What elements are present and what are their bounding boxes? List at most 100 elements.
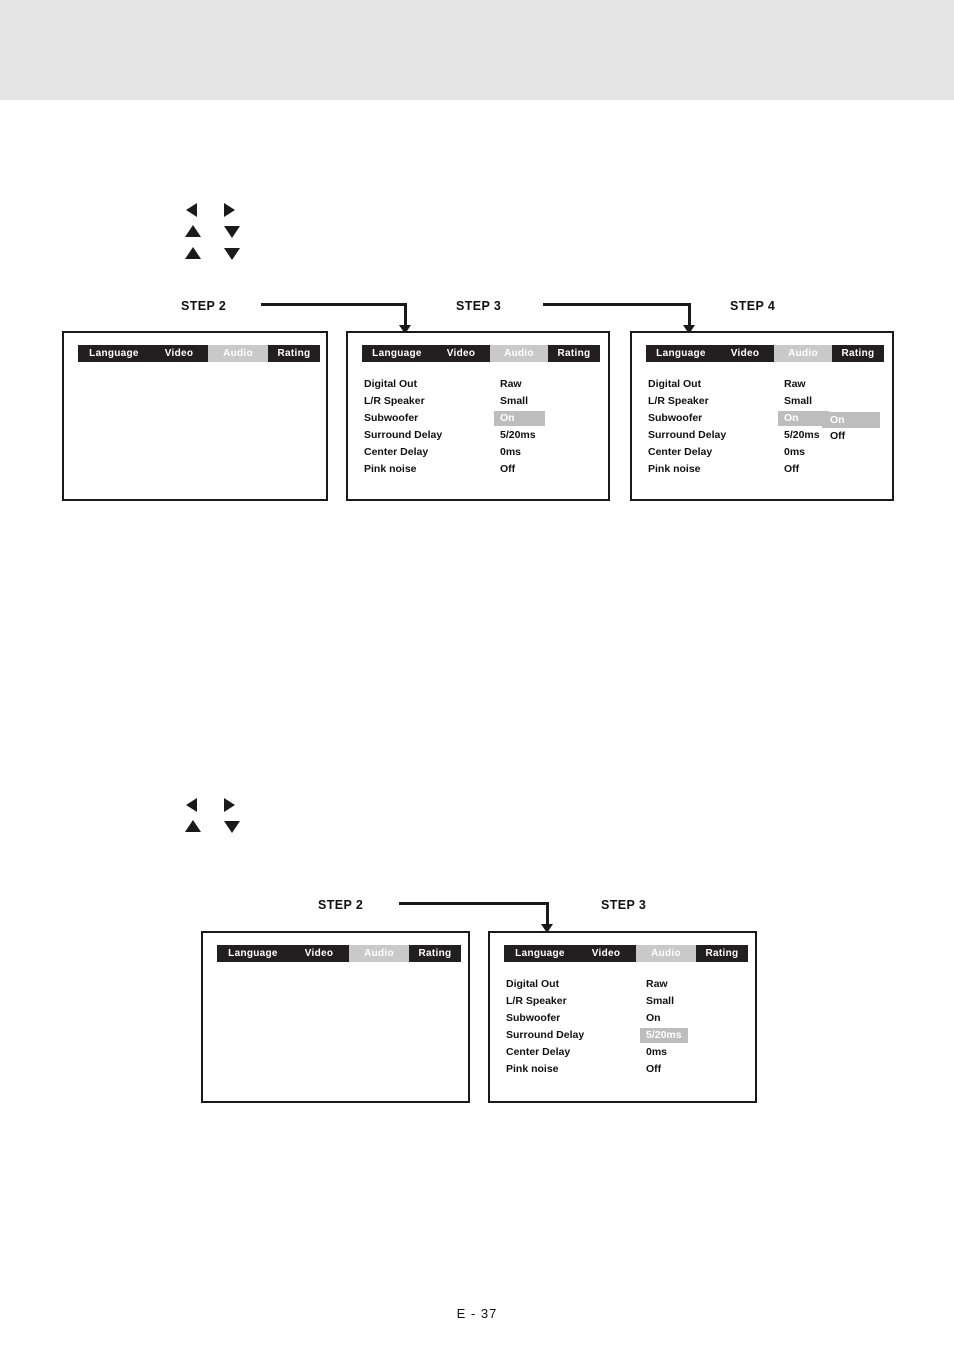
setting-label: Digital Out [506, 978, 560, 990]
up-arrow-icon [185, 820, 201, 832]
step-label-top-1: STEP 2 [181, 299, 227, 313]
page-header-band [0, 0, 954, 100]
setting-value: Off [784, 463, 800, 475]
setting-value: Raw [500, 378, 522, 390]
setting-value: Off [500, 463, 516, 475]
tab-video[interactable]: Video [289, 945, 349, 962]
tab-video[interactable]: Video [432, 345, 490, 362]
tab-audio[interactable]: Audio [774, 345, 832, 362]
setting-value: Small [500, 395, 529, 407]
tab-language[interactable]: Language [504, 945, 576, 962]
osd-screen-top-step2: Language Video Audio Rating [62, 331, 328, 501]
tab-rating[interactable]: Rating [548, 345, 600, 362]
setting-value: On [646, 1012, 661, 1024]
setting-label: L/R Speaker [506, 995, 567, 1007]
setting-value: 0ms [784, 446, 806, 458]
tab-language[interactable]: Language [362, 345, 432, 362]
tab-language[interactable]: Language [78, 345, 150, 362]
setting-row-lr-speaker[interactable]: L/R Speaker Small [506, 995, 742, 1012]
up-arrow-icon [185, 225, 201, 237]
setting-value: 0ms [500, 446, 522, 458]
tab-audio[interactable]: Audio [349, 945, 409, 962]
setting-row-lr-speaker[interactable]: L/R Speaker Small [364, 395, 594, 412]
down-arrow-icon [224, 821, 240, 833]
setting-label: Surround Delay [506, 1029, 585, 1041]
manual-page: STEP 2 STEP 3 STEP 4 Language Video Audi… [0, 0, 954, 1348]
up-arrow-icon [185, 247, 201, 259]
setting-value: Small [784, 395, 813, 407]
setting-row-digital-out[interactable]: Digital Out Raw [648, 378, 878, 395]
subwoofer-option-popup: On Off [822, 412, 880, 444]
osd-tabbar: Language Video Audio Rating [217, 945, 461, 962]
setting-row-pink-noise[interactable]: Pink noise Off [364, 463, 594, 480]
tab-rating[interactable]: Rating [696, 945, 748, 962]
setting-label: Surround Delay [648, 429, 727, 441]
setting-row-pink-noise[interactable]: Pink noise Off [506, 1063, 742, 1080]
tab-language[interactable]: Language [646, 345, 716, 362]
setting-row-digital-out[interactable]: Digital Out Raw [364, 378, 594, 395]
setting-value: 5/20ms [784, 429, 820, 441]
setting-row-surround-delay[interactable]: Surround Delay 5/20ms [506, 1028, 742, 1046]
osd-screen-top-step3: Language Video Audio Rating Digital Out … [346, 331, 610, 501]
setting-label: Pink noise [506, 1063, 559, 1075]
tab-language[interactable]: Language [217, 945, 289, 962]
setting-label: Subwoofer [364, 412, 419, 424]
audio-settings-list: Digital Out Raw L/R Speaker Small Subwoo… [364, 378, 594, 480]
page-number: E - 37 [456, 1306, 498, 1321]
osd-tabbar: Language Video Audio Rating [646, 345, 884, 362]
tab-rating[interactable]: Rating [268, 345, 320, 362]
setting-row-subwoofer[interactable]: Subwoofer On [506, 1012, 742, 1029]
step-label-top-2: STEP 3 [456, 299, 502, 313]
setting-value: 0ms [646, 1046, 668, 1058]
setting-row-lr-speaker[interactable]: L/R Speaker Small [648, 395, 878, 412]
osd-tabbar: Language Video Audio Rating [78, 345, 320, 362]
setting-label: Digital Out [364, 378, 418, 390]
left-arrow-icon [186, 798, 197, 812]
step-label-top-3: STEP 4 [730, 299, 776, 313]
down-arrow-icon [224, 248, 240, 260]
popup-option-on[interactable]: On [822, 412, 880, 428]
setting-value: Raw [646, 978, 668, 990]
setting-row-surround-delay[interactable]: Surround Delay 5/20ms [364, 429, 594, 446]
left-arrow-icon [186, 203, 197, 217]
osd-screen-bottom-step3: Language Video Audio Rating Digital Out … [488, 931, 757, 1103]
setting-value: Raw [784, 378, 806, 390]
setting-label: Subwoofer [506, 1012, 561, 1024]
setting-value: Small [646, 995, 675, 1007]
setting-label: L/R Speaker [364, 395, 425, 407]
setting-value: 5/20ms [500, 429, 536, 441]
tab-video[interactable]: Video [576, 945, 636, 962]
osd-screen-top-step4: Language Video Audio Rating Digital Out … [630, 331, 894, 501]
right-arrow-icon [224, 798, 235, 812]
tab-audio[interactable]: Audio [208, 345, 268, 362]
setting-row-center-delay[interactable]: Center Delay 0ms [648, 446, 878, 463]
setting-label: Center Delay [364, 446, 429, 458]
setting-row-subwoofer[interactable]: Subwoofer On [364, 411, 594, 429]
setting-row-center-delay[interactable]: Center Delay 0ms [506, 1046, 742, 1063]
osd-tabbar: Language Video Audio Rating [504, 945, 748, 962]
tab-audio[interactable]: Audio [490, 345, 548, 362]
setting-label: Center Delay [506, 1046, 571, 1058]
tab-video[interactable]: Video [716, 345, 774, 362]
setting-label: L/R Speaker [648, 395, 709, 407]
setting-row-center-delay[interactable]: Center Delay 0ms [364, 446, 594, 463]
tab-rating[interactable]: Rating [832, 345, 884, 362]
setting-row-pink-noise[interactable]: Pink noise Off [648, 463, 878, 480]
setting-label: Surround Delay [364, 429, 443, 441]
setting-label: Digital Out [648, 378, 702, 390]
step-label-bottom-2: STEP 3 [601, 898, 647, 912]
setting-value-highlighted: 5/20ms [640, 1028, 688, 1043]
tab-rating[interactable]: Rating [409, 945, 461, 962]
setting-label: Subwoofer [648, 412, 703, 424]
setting-label: Pink noise [648, 463, 701, 475]
step-label-bottom-1: STEP 2 [318, 898, 364, 912]
down-arrow-icon [224, 226, 240, 238]
osd-tabbar: Language Video Audio Rating [362, 345, 600, 362]
setting-value: Off [646, 1063, 662, 1075]
setting-row-digital-out[interactable]: Digital Out Raw [506, 978, 742, 995]
popup-option-off[interactable]: Off [822, 428, 880, 444]
audio-settings-list: Digital Out Raw L/R Speaker Small Subwoo… [506, 978, 742, 1080]
tab-video[interactable]: Video [150, 345, 208, 362]
tab-audio[interactable]: Audio [636, 945, 696, 962]
right-arrow-icon [224, 203, 235, 217]
